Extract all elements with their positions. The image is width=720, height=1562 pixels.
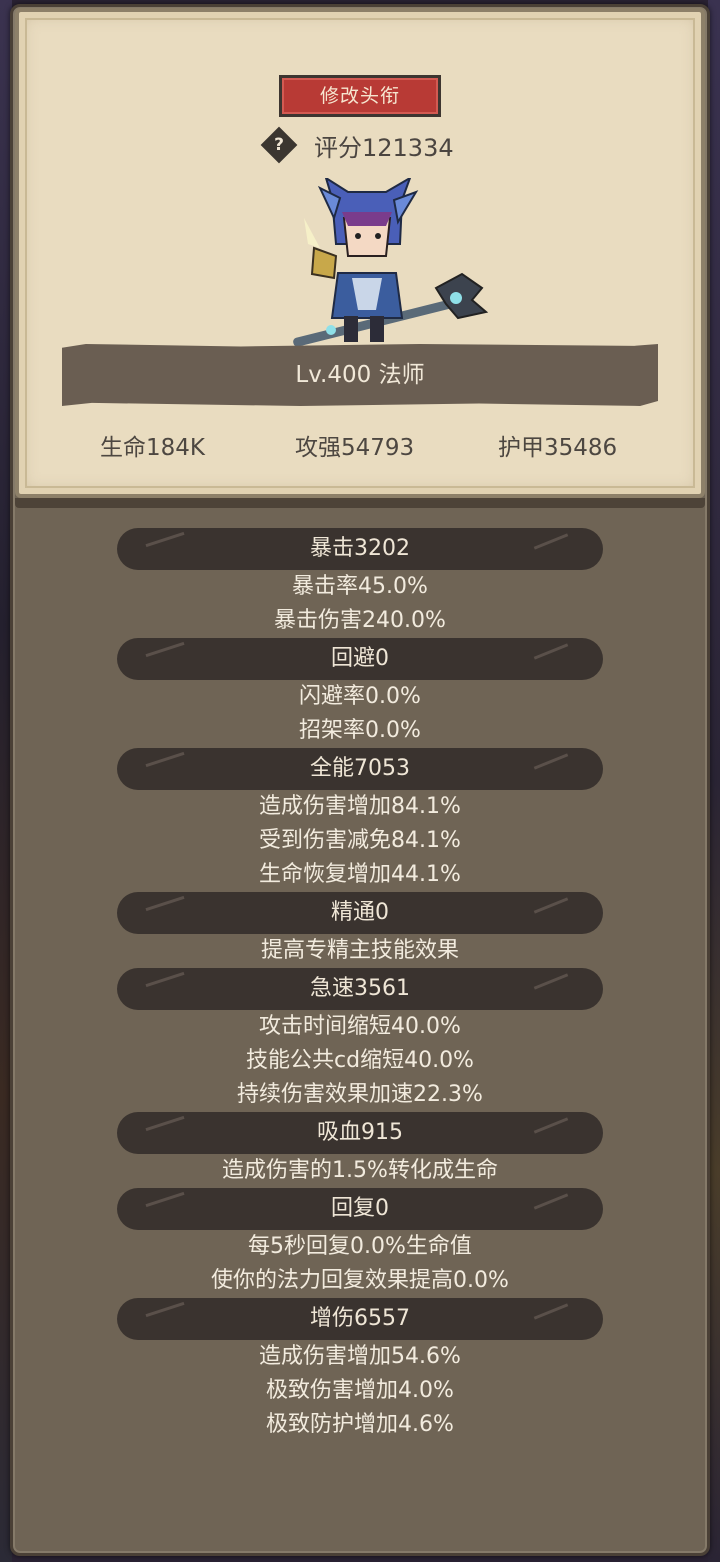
- help-icon[interactable]: ?: [260, 126, 298, 164]
- stat-sections: 暴击3202 暴击率45.0% 暴击伤害240.0% 回避0 闪避率0.0% 招…: [0, 528, 720, 1442]
- hero-portrait: [293, 178, 489, 347]
- section-header-lifesteal: 吸血915: [117, 1112, 603, 1154]
- section-header-haste: 急速3561: [117, 968, 603, 1010]
- stat-line: 极致防护增加4.6%: [266, 1412, 454, 1437]
- stat-line: 造成伤害增加54.6%: [259, 1344, 461, 1369]
- stat-line: 极致伤害增加4.0%: [266, 1378, 454, 1403]
- section-header-crit: 暴击3202: [117, 528, 603, 570]
- stat-line: 招架率0.0%: [299, 718, 421, 743]
- section-header-regen: 回复0: [117, 1188, 603, 1230]
- section-header-mastery: 精通0: [117, 892, 603, 934]
- stat-line: 造成伤害的1.5%转化成生命: [222, 1158, 498, 1183]
- stat-line: 技能公共cd缩短40.0%: [246, 1048, 474, 1073]
- stat-line: 暴击伤害240.0%: [274, 608, 446, 633]
- rename-title-button[interactable]: 修改头衔: [279, 75, 441, 117]
- help-glyph: ?: [274, 135, 284, 155]
- stat-health: 生命184K: [100, 435, 205, 461]
- section-header-avoidance: 回避0: [117, 638, 603, 680]
- stat-line: 造成伤害增加84.1%: [259, 794, 461, 819]
- stat-line: 暴击率45.0%: [292, 574, 428, 599]
- stat-line: 使你的法力回复效果提高0.0%: [211, 1268, 509, 1293]
- stat-line: 攻击时间缩短40.0%: [259, 1014, 461, 1039]
- stat-line: 受到伤害减免84.1%: [259, 828, 461, 853]
- basic-stats-row: 生命184K 攻强54793 护甲35486: [0, 430, 720, 466]
- stat-line: 生命恢复增加44.1%: [259, 862, 461, 887]
- score-row: ? 评分121334: [260, 125, 454, 165]
- score-text: 评分121334: [314, 133, 454, 162]
- stat-line: 持续伤害效果加速22.3%: [237, 1082, 483, 1107]
- staff-gem: [450, 292, 462, 304]
- stat-line: 闪避率0.0%: [299, 684, 421, 709]
- level-class-banner: Lv.400 法师: [62, 344, 658, 406]
- section-header-damage-bonus: 增伤6557: [117, 1298, 603, 1340]
- section-header-versatility: 全能7053: [117, 748, 603, 790]
- stat-armor: 护甲35486: [498, 435, 618, 461]
- stat-attack-power: 攻强54793: [295, 435, 415, 461]
- stat-line: 提高专精主技能效果: [260, 938, 459, 963]
- stat-line: 每5秒回复0.0%生命值: [248, 1234, 472, 1259]
